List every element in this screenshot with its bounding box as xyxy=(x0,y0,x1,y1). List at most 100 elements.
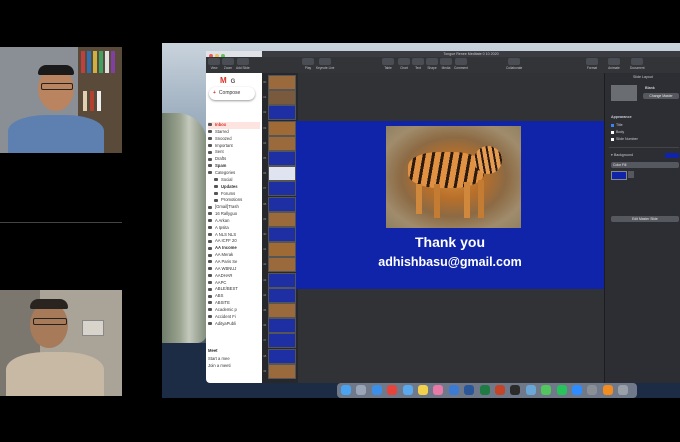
slide-number: 36 xyxy=(263,171,267,176)
toolbar-button[interactable]: Keynote Live xyxy=(316,58,334,70)
toolbar-icon xyxy=(319,58,332,65)
slide-thumbnail[interactable] xyxy=(268,257,296,273)
slide-thumbnail[interactable] xyxy=(268,90,296,106)
participant-tile-bottom xyxy=(0,290,122,396)
background-label: ▾ Background xyxy=(611,153,633,157)
inspector-tab[interactable]: Slide Layout xyxy=(633,75,653,79)
layout-name: Blank xyxy=(645,86,655,90)
photos-icon[interactable] xyxy=(433,385,444,395)
slide-navigator[interactable]: 30 31 32 33 34 35 36 37 38 39 40 41 42 43 44 45 46 47 48 49 xyxy=(262,73,298,383)
vlc-icon[interactable] xyxy=(602,385,613,395)
toolbar-button[interactable]: Collaborate xyxy=(506,58,522,70)
toolbar-label: Text xyxy=(415,66,421,70)
slide-number: 37 xyxy=(263,186,267,191)
preview-icon[interactable] xyxy=(525,385,536,395)
appearance-header: Appearance xyxy=(611,115,632,119)
toolbar-button[interactable]: Animate xyxy=(608,58,620,70)
messages-icon[interactable] xyxy=(541,385,552,395)
terminal-icon[interactable] xyxy=(510,385,521,395)
slide-number: 45 xyxy=(263,308,267,312)
slide-thumbnail[interactable] xyxy=(268,120,296,136)
fill-color-picker[interactable] xyxy=(628,171,634,178)
toolbar-icon xyxy=(398,58,410,65)
slide-thumbnail[interactable] xyxy=(268,196,296,212)
keynote-icon[interactable] xyxy=(448,385,459,395)
slide-thumbnail[interactable] xyxy=(268,348,296,364)
option-slide-number[interactable]: Slide Number xyxy=(611,137,638,141)
safari-icon[interactable] xyxy=(371,385,382,395)
slide-title[interactable]: Thank you xyxy=(296,234,604,250)
toolbar-button[interactable]: Format xyxy=(586,58,598,70)
word-icon[interactable] xyxy=(464,385,475,395)
slide-number: 46 xyxy=(263,323,267,328)
slide-thumbnail[interactable] xyxy=(268,181,296,197)
person-shirt xyxy=(6,352,104,396)
current-slide[interactable]: Thank you adhishbasu@gmail.com xyxy=(296,121,604,289)
slide-thumbnail[interactable] xyxy=(268,333,296,349)
settings-icon[interactable] xyxy=(587,385,598,395)
toolbar-icon xyxy=(586,58,598,65)
toolbar-label: Play xyxy=(304,66,312,70)
toolbar-button[interactable]: Media xyxy=(440,58,452,70)
slide-thumbnail[interactable] xyxy=(268,272,296,288)
toolbar-button[interactable]: Chart xyxy=(398,58,410,70)
slide-email[interactable]: adhishbasu@gmail.com xyxy=(296,255,604,269)
launchpad-icon[interactable] xyxy=(356,385,367,395)
tiger-body xyxy=(408,152,484,188)
toolbar-label: Comment xyxy=(454,66,468,70)
slide-thumbnail[interactable] xyxy=(268,318,296,334)
toolbar-label: Zoom xyxy=(223,66,233,70)
excel-icon[interactable] xyxy=(479,385,490,395)
slide-thumbnail[interactable] xyxy=(268,211,296,227)
mail-icon[interactable] xyxy=(402,385,413,395)
toolbar-icon xyxy=(440,58,452,65)
keynote-toolbar: View Zoom Add Slide Play Keynote Live Table Ch… xyxy=(206,57,680,73)
person-hair xyxy=(30,299,68,309)
option-title[interactable]: Title xyxy=(611,123,623,127)
slide-thumbnail[interactable] xyxy=(268,166,296,182)
slide-thumbnail[interactable] xyxy=(268,105,296,121)
trash-icon[interactable] xyxy=(618,385,629,395)
slide-number: 39 xyxy=(263,216,267,221)
toolbar-button[interactable]: Document xyxy=(630,58,645,70)
slide-number: 42 xyxy=(263,262,267,267)
toolbar-button[interactable]: Shape xyxy=(426,58,438,70)
slide-thumbnail[interactable] xyxy=(268,151,296,166)
toolbar-button[interactable]: Zoom xyxy=(222,58,234,70)
change-master-button[interactable]: Change Master xyxy=(643,93,679,99)
finder-icon[interactable] xyxy=(341,385,351,395)
edit-master-button[interactable]: Edit Master Slide xyxy=(611,216,679,222)
toolbar-button[interactable]: Add Slide xyxy=(236,58,250,70)
toolbar-button[interactable]: Table xyxy=(382,58,394,70)
powerpoint-icon[interactable] xyxy=(495,385,505,395)
option-body[interactable]: Body xyxy=(611,130,624,134)
participant-tile-top xyxy=(0,47,122,153)
tiger-leg xyxy=(416,184,422,214)
keynote-window[interactable]: Tongue Renee Meditate 0 10 2020 View Zoom… xyxy=(206,51,680,383)
slide-thumbnail[interactable] xyxy=(268,363,296,379)
toolbar-button[interactable]: Text xyxy=(412,58,424,70)
tiger-head xyxy=(474,146,502,174)
whatsapp-icon[interactable] xyxy=(556,385,567,395)
toolbar-button[interactable]: Comment xyxy=(454,58,468,70)
slide-thumbnail[interactable] xyxy=(268,242,296,258)
toolbar-button[interactable]: Play xyxy=(302,58,314,70)
slide-number: 33 xyxy=(263,125,267,130)
slide-number: 30 xyxy=(263,80,267,84)
fill-color-well[interactable] xyxy=(611,171,627,180)
layout-thumbnail[interactable] xyxy=(611,85,637,101)
toolbar-label: Chart xyxy=(400,66,408,70)
toolbar-label: Table xyxy=(384,66,392,70)
chrome-icon[interactable] xyxy=(387,385,398,395)
background-swatch[interactable] xyxy=(665,153,679,158)
slide-thumbnail[interactable] xyxy=(268,287,296,303)
toolbar-button[interactable]: View xyxy=(208,58,220,70)
fill-select[interactable]: Color Fill xyxy=(611,162,679,168)
slide-thumbnail[interactable] xyxy=(268,75,296,90)
slide-thumbnail[interactable] xyxy=(268,227,296,242)
notes-icon[interactable] xyxy=(418,385,428,395)
slide-thumbnail[interactable] xyxy=(268,135,296,151)
window-title: Tongue Renee Meditate 0 10 2020 xyxy=(443,52,499,56)
zoom-icon[interactable] xyxy=(572,385,582,395)
slide-thumbnail[interactable] xyxy=(268,303,296,318)
